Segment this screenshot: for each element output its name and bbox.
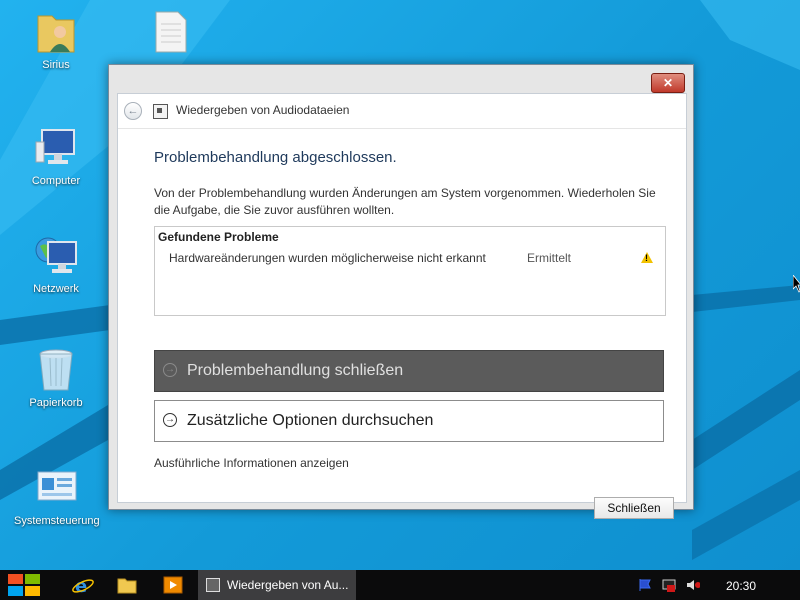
windows-logo-icon (8, 574, 23, 584)
user-folder-icon (32, 8, 80, 56)
network-icon (32, 232, 80, 280)
problem-name: Hardwareänderungen wurden möglicherweise… (169, 251, 486, 265)
close-troubleshooter-command[interactable]: → Problembehandlung schließen (154, 350, 664, 392)
task-label: Wiedergeben von Au... (227, 578, 349, 592)
desktop-icon-sirius[interactable]: Sirius (14, 8, 98, 72)
warning-icon (641, 252, 653, 263)
troubleshooter-icon (206, 578, 220, 592)
arrow-right-circle-icon: → (163, 413, 177, 427)
back-arrow-icon[interactable]: ← (124, 102, 142, 120)
media-player-icon[interactable] (160, 574, 186, 596)
desktop-icon-computer[interactable]: Computer (14, 124, 98, 188)
window-client-area: ← Wiedergeben von Audiodataeien Problemb… (117, 93, 687, 519)
control-panel-icon (32, 464, 80, 512)
window-title: Wiedergeben von Audiodataeien (176, 103, 350, 117)
document-icon (146, 8, 194, 56)
internet-explorer-icon[interactable]: e (70, 574, 96, 597)
command-label: Problembehandlung schließen (187, 362, 404, 379)
problem-status: Ermittelt (527, 251, 572, 265)
desktop-icon-label: Netzwerk (33, 283, 79, 295)
network-status-icon[interactable] (662, 578, 676, 592)
computer-icon (32, 124, 80, 172)
problem-row[interactable]: Hardwareänderungen wurden möglicherweise… (169, 251, 659, 267)
file-explorer-icon[interactable] (114, 574, 140, 596)
window-titlebar[interactable]: ✕ (109, 65, 693, 93)
problems-found-box: Gefundene Probleme Hardwareänderungen wu… (154, 226, 666, 316)
problems-header: Gefundene Probleme (158, 230, 279, 244)
taskbar-task-troubleshooter[interactable]: Wiedergeben von Au... (198, 570, 356, 600)
svg-text:e: e (75, 576, 87, 596)
taskbar-clock[interactable]: 20:30 (726, 579, 756, 593)
description-text: Von der Problembehandlung wurden Änderun… (154, 186, 656, 217)
action-center-flag-icon[interactable] (638, 578, 652, 592)
taskbar: e Wiedergeben von Au... 20:30 (0, 570, 800, 600)
desktop-icon-label: Sirius (42, 59, 70, 71)
desktop-icon-document[interactable] (128, 8, 212, 58)
desktop-icon-label: Systemsteuerung (14, 515, 100, 527)
volume-muted-icon[interactable] (686, 578, 700, 592)
page-heading: Problembehandlung abgeschlossen. (154, 149, 397, 166)
navigation-bar: ← Wiedergeben von Audiodataeien (118, 94, 686, 129)
desktop-icon-label: Papierkorb (29, 397, 83, 409)
desktop-icon-label: Computer (31, 175, 81, 187)
troubleshooter-icon (153, 104, 168, 119)
window-close-button[interactable]: ✕ (651, 73, 685, 93)
desktop-icon-control-panel[interactable]: Systemsteuerung (14, 464, 100, 528)
mouse-cursor-icon (793, 275, 800, 293)
recycle-bin-icon (32, 346, 80, 394)
command-label: Zusätzliche Optionen durchsuchen (187, 412, 434, 429)
detailed-info-link[interactable]: Ausführliche Informationen anzeigen (154, 456, 349, 470)
close-button[interactable]: Schließen (594, 497, 674, 519)
explore-options-command[interactable]: → Zusätzliche Optionen durchsuchen (154, 400, 664, 442)
arrow-right-circle-icon: → (163, 363, 177, 377)
troubleshooter-window: ✕ ← Wiedergeben von Audiodataeien Proble… (108, 64, 694, 519)
desktop-icon-recycle-bin[interactable]: Papierkorb (14, 346, 98, 410)
start-button[interactable] (8, 574, 42, 598)
desktop-icon-network[interactable]: Netzwerk (14, 232, 98, 296)
